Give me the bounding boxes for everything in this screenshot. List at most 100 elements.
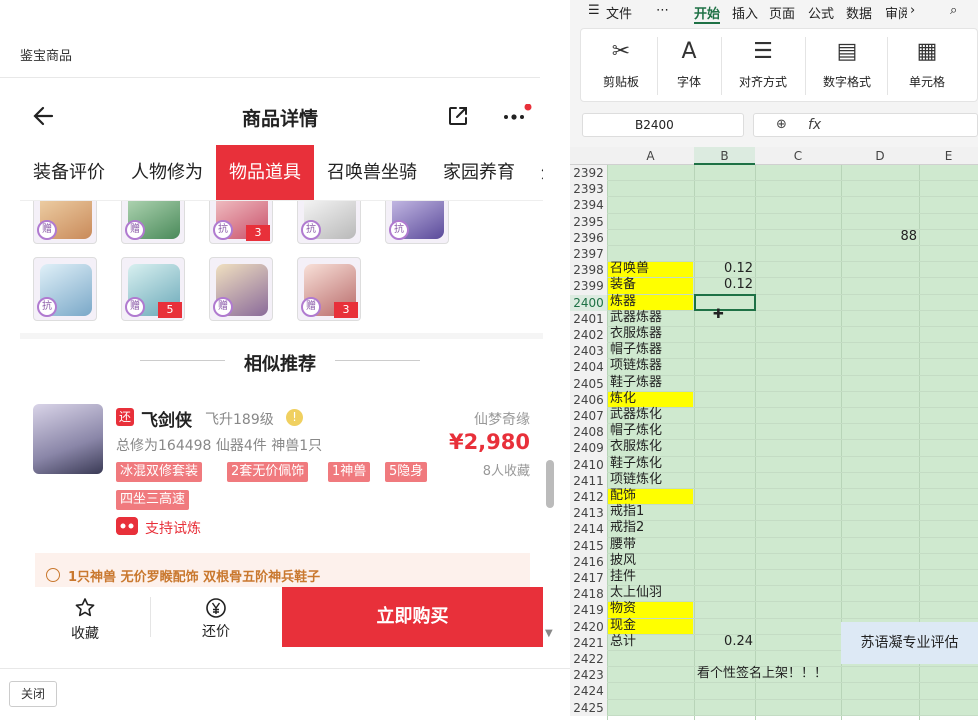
cell-a[interactable]: 召唤兽 <box>610 261 649 277</box>
cell-a[interactable]: 武器炼化 <box>610 407 662 423</box>
more-menu-icon[interactable]: ⋯ <box>656 3 669 18</box>
row-header[interactable]: 2395 <box>570 213 607 230</box>
row-header[interactable]: 2412 <box>570 489 607 506</box>
item-card[interactable]: 赠3 <box>297 257 361 321</box>
menu-icon[interactable]: ☰ <box>588 3 600 18</box>
close-button[interactable]: 关闭 <box>9 681 57 707</box>
row-header[interactable]: 2421 <box>570 634 607 651</box>
row-header[interactable]: 2403 <box>570 343 607 360</box>
ribbon-number[interactable]: ▤ 数字格式 <box>807 29 887 103</box>
row-header[interactable]: 2415 <box>570 537 607 554</box>
menu-review[interactable]: 审阅 <box>885 3 907 22</box>
row-header[interactable]: 2419 <box>570 602 607 619</box>
cell-d[interactable]: 88 <box>841 229 917 245</box>
cell-a[interactable]: 炼化 <box>610 391 636 407</box>
cell-a[interactable]: 披风 <box>610 553 636 569</box>
menu-page[interactable]: 页面 <box>769 3 795 22</box>
row-header[interactable]: 2402 <box>570 327 607 344</box>
row-header[interactable]: 2413 <box>570 505 607 522</box>
row-header[interactable]: 2423 <box>570 667 607 684</box>
menu-home[interactable]: 开始 <box>694 3 721 24</box>
ribbon-cells[interactable]: ▦ 单元格 <box>887 29 967 103</box>
row-header[interactable]: 2408 <box>570 424 607 441</box>
item-name[interactable]: 飞剑侠 <box>141 406 192 431</box>
cell-a[interactable]: 配饰 <box>610 488 636 504</box>
column-header-a[interactable]: A <box>607 147 694 165</box>
cell-b[interactable]: 0.12 <box>694 277 753 293</box>
try-label[interactable]: 支持试炼 <box>145 518 201 538</box>
row-header[interactable]: 2406 <box>570 391 607 408</box>
back-arrow-icon[interactable] <box>30 101 60 131</box>
buy-now-button[interactable]: 立即购买 <box>282 587 543 647</box>
row-header[interactable]: 2420 <box>570 618 607 635</box>
row-header[interactable]: 2397 <box>570 246 607 263</box>
tab-home-label[interactable]: 家园养育 <box>430 145 528 200</box>
cell-a[interactable]: 帽子炼化 <box>610 423 662 439</box>
cell-a[interactable]: 挂件 <box>610 569 636 585</box>
tab-pets-label[interactable]: 召唤兽坐骑 <box>314 145 430 200</box>
row-header[interactable]: 2394 <box>570 197 607 214</box>
cell-a[interactable]: 腰带 <box>610 537 636 553</box>
more-icon[interactable] <box>500 104 532 128</box>
cell-a[interactable]: 鞋子炼器 <box>610 375 662 391</box>
row-header[interactable]: 2409 <box>570 440 607 457</box>
fx-icon[interactable]: fx <box>808 117 821 133</box>
cell-a[interactable]: 衣服炼器 <box>610 326 662 342</box>
cell-a[interactable]: 装备 <box>610 277 636 293</box>
formula-bar[interactable]: ⊕ fx <box>753 113 978 137</box>
cell-a[interactable]: 鞋子炼化 <box>610 456 662 472</box>
menu-insert[interactable]: 插入 <box>732 3 758 22</box>
sheet-grid[interactable]: A B C D E 2392 2393 2394 2395 2396 88 2397 2398 召唤兽 0.… <box>570 147 978 720</box>
avatar[interactable] <box>33 404 103 474</box>
column-header-b[interactable]: B <box>694 147 755 165</box>
menu-formula[interactable]: 公式 <box>808 3 834 22</box>
menu-file[interactable]: 文件 <box>606 3 632 22</box>
menu-data[interactable]: 数据 <box>846 3 872 22</box>
chevron-right-icon[interactable]: › <box>910 3 915 18</box>
cell-b[interactable]: 0.12 <box>694 261 753 277</box>
row-header[interactable]: 2416 <box>570 553 607 570</box>
scrollbar-thumb[interactable] <box>546 460 554 508</box>
scroll-down-icon[interactable]: ▼ <box>545 628 553 639</box>
column-header-e[interactable]: E <box>919 147 978 165</box>
ribbon-align[interactable]: ☰ 对齐方式 <box>723 29 803 103</box>
row-header[interactable]: 2425 <box>570 699 607 716</box>
cell-a[interactable]: 项链炼器 <box>610 358 662 374</box>
row-header[interactable]: 2405 <box>570 375 607 392</box>
item-card[interactable]: 赠 <box>209 257 273 321</box>
row-header[interactable]: 2407 <box>570 408 607 425</box>
tab-character-label[interactable]: 人物修为 <box>118 145 216 200</box>
cell-a[interactable]: 项链炼化 <box>610 472 662 488</box>
row-header[interactable]: 2404 <box>570 359 607 376</box>
row-header[interactable]: 2401 <box>570 310 607 327</box>
bargain-label[interactable]: 还价 <box>151 621 281 641</box>
favorite-label[interactable]: 收藏 <box>20 623 150 643</box>
zoom-icon[interactable]: ⊕ <box>776 117 787 132</box>
tab-items-label[interactable]: 物品道具 <box>216 145 314 200</box>
cell-a[interactable]: 物资 <box>610 601 636 617</box>
cell-b[interactable]: 看个性签名上架！！！ <box>697 666 827 682</box>
row-header[interactable]: 2396 <box>570 229 607 246</box>
warning-icon[interactable]: ! <box>286 409 303 426</box>
row-header[interactable]: 2393 <box>570 181 607 198</box>
cell-a[interactable]: 现金 <box>610 618 636 634</box>
column-header-c[interactable]: C <box>755 147 841 165</box>
row-header[interactable]: 2399 <box>570 278 607 295</box>
cell-a[interactable]: 总计 <box>610 634 636 650</box>
name-box[interactable]: B2400 <box>582 113 744 137</box>
search-icon[interactable]: ⌕ <box>950 3 957 18</box>
item-card[interactable]: 抗 <box>33 257 97 321</box>
row-header[interactable]: 2398 <box>570 262 607 279</box>
cell-a[interactable]: 炼器 <box>610 294 636 310</box>
tab-equipment-label[interactable]: 装备评价 <box>20 145 118 200</box>
cell-a[interactable]: 衣服炼化 <box>610 439 662 455</box>
cell-a[interactable]: 武器炼器 <box>610 310 662 326</box>
cell-b[interactable]: 0.24 <box>694 634 753 650</box>
cell-a[interactable]: 帽子炼器 <box>610 342 662 358</box>
row-header[interactable]: 2422 <box>570 651 607 668</box>
share-icon[interactable] <box>446 104 470 128</box>
row-header[interactable]: 2400 <box>570 294 607 311</box>
row-header[interactable]: 2411 <box>570 472 607 489</box>
ribbon-font[interactable]: A 字体 <box>649 29 729 103</box>
tab-more-label[interactable]: 外 <box>528 145 543 200</box>
